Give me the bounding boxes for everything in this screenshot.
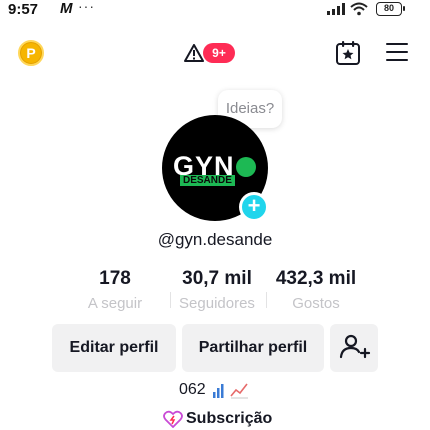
likes-label: Gostos bbox=[292, 295, 340, 312]
add-friend-button[interactable] bbox=[330, 324, 378, 372]
carrier-icon: M bbox=[60, 0, 73, 17]
more-notifications-icon: ··· bbox=[78, 0, 95, 14]
notification-badge: 9+ bbox=[203, 43, 235, 63]
followers-label: Seguidores bbox=[179, 295, 255, 312]
username: @gyn.desande bbox=[157, 230, 273, 249]
views-count[interactable]: 062 bbox=[179, 381, 206, 399]
menu-icon[interactable] bbox=[386, 43, 408, 63]
followers-count[interactable]: 30,7 mil bbox=[172, 268, 262, 290]
avatar-logo-subtext: DESANDE bbox=[180, 175, 235, 186]
coins-icon[interactable]: P bbox=[18, 40, 44, 66]
subscription-heart-icon bbox=[163, 410, 183, 428]
stat-divider bbox=[266, 292, 267, 308]
wifi-icon bbox=[350, 2, 368, 16]
signal-icon bbox=[327, 3, 345, 15]
warning-icon bbox=[184, 44, 204, 62]
share-profile-button[interactable]: Partilhar perfil bbox=[182, 324, 324, 372]
account-alerts-button[interactable]: 9+ bbox=[184, 42, 244, 64]
following-count[interactable]: 178 bbox=[70, 268, 160, 290]
add-user-icon bbox=[339, 334, 371, 359]
spotify-logo-icon bbox=[236, 157, 256, 177]
add-avatar-button[interactable]: + bbox=[239, 192, 269, 222]
status-bar: 9:57 M ··· 80 bbox=[0, 0, 430, 22]
stat-divider bbox=[170, 292, 171, 308]
following-label: A seguir bbox=[87, 295, 143, 312]
likes-count[interactable]: 432,3 mil bbox=[270, 268, 362, 290]
analytics-icon[interactable] bbox=[212, 381, 252, 399]
edit-profile-button[interactable]: Editar perfil bbox=[52, 324, 176, 372]
subscription-link[interactable]: Subscrição bbox=[186, 410, 272, 428]
calendar-star-icon[interactable] bbox=[335, 40, 361, 66]
battery-icon: 80 bbox=[376, 2, 405, 16]
status-time: 9:57 bbox=[8, 1, 39, 18]
